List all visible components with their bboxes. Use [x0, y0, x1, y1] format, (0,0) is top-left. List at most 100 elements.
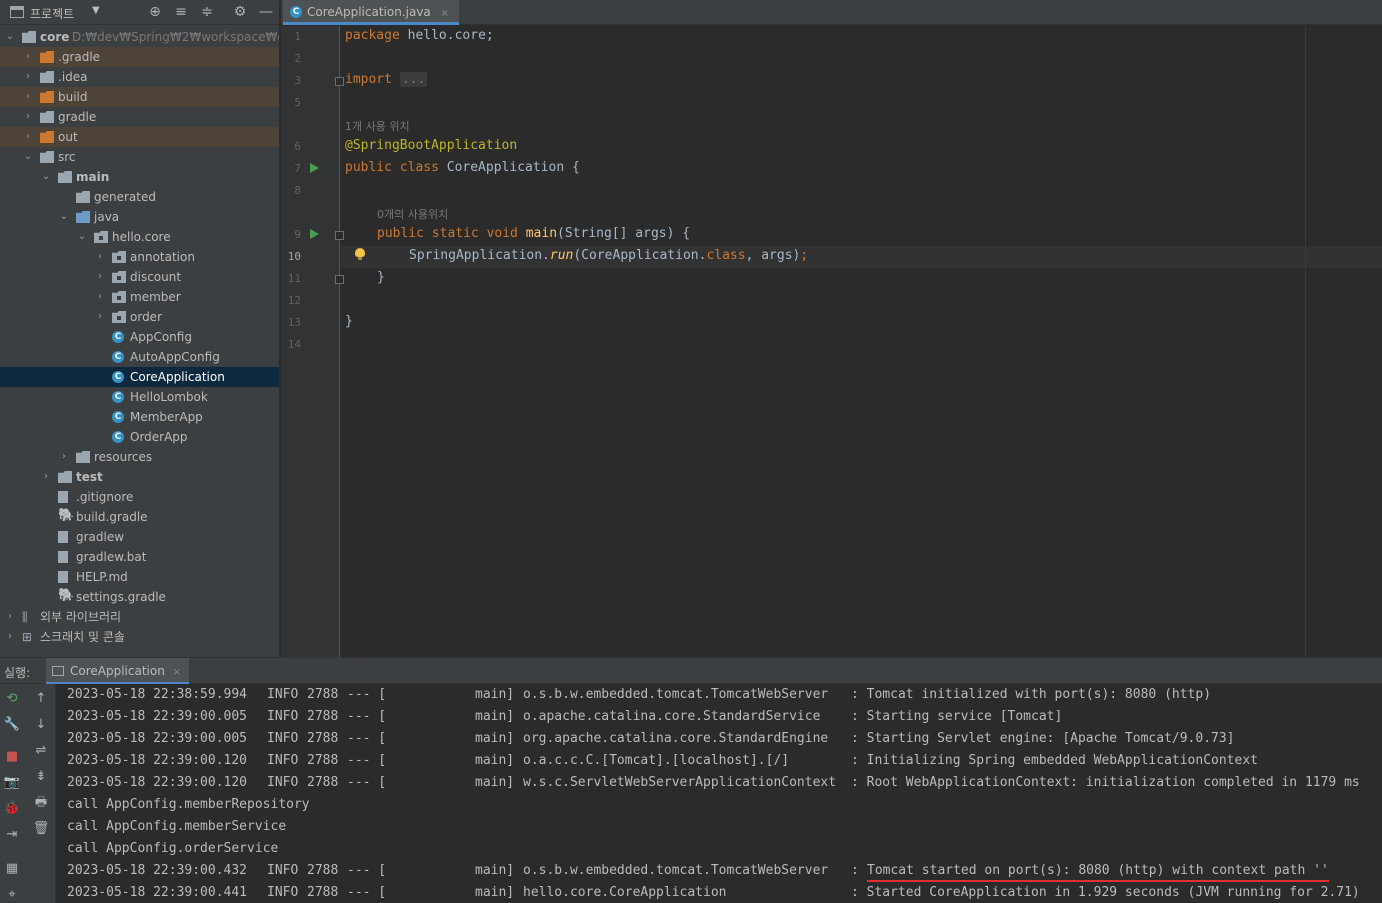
chevron-right-icon[interactable]: › [4, 607, 16, 627]
pin-icon[interactable]: ⌖ [3, 886, 21, 903]
tree-item[interactable]: ⌄ java [0, 207, 279, 227]
chevron-right-icon[interactable]: › [40, 467, 52, 487]
close-icon[interactable]: × [441, 8, 449, 19]
tree-item[interactable]: › out [0, 127, 279, 147]
chevron-right-icon[interactable]: › [22, 87, 34, 107]
tree-item[interactable]: generated [0, 187, 279, 207]
tree-item[interactable]: › ⊞ 스크래치 및 콘솔 [0, 627, 279, 647]
scroll-to-end-icon[interactable]: ⇟ [32, 768, 50, 786]
tree-item[interactable]: C AutoAppConfig [0, 347, 279, 367]
tree-item[interactable]: › .idea [0, 67, 279, 87]
tree-item[interactable]: › order [0, 307, 279, 327]
log-logger: w.s.c.ServletWebServerApplicationContext [523, 775, 837, 790]
log-sep: --- [ [347, 885, 387, 900]
close-icon[interactable]: × [173, 667, 181, 678]
tree-item[interactable]: › ⫼ 외부 라이브러리 [0, 607, 279, 627]
tree-item[interactable]: C AppConfig [0, 327, 279, 347]
lightbulb-icon[interactable] [355, 248, 365, 260]
usage-hint[interactable]: 0개의 사용위치 [377, 206, 448, 222]
tree-item[interactable]: C CoreApplication [0, 367, 279, 387]
tree-item[interactable]: .gitignore [0, 487, 279, 507]
tree-item[interactable]: ⌄ hello.core [0, 227, 279, 247]
editor-tab-coreapplication[interactable]: C CoreApplication.java × [283, 0, 459, 25]
fold-end-icon[interactable] [335, 275, 344, 284]
chevron-right-icon[interactable]: › [22, 127, 34, 147]
tree-item[interactable]: C MemberApp [0, 407, 279, 427]
log-sep: --- [ [347, 687, 387, 702]
soft-wrap-icon[interactable]: ⇌ [32, 742, 50, 760]
package-icon [112, 291, 126, 303]
tree-item[interactable]: › gradle [0, 107, 279, 127]
chevron-right-icon[interactable]: › [22, 67, 34, 87]
tree-item[interactable]: gradlew.bat [0, 547, 279, 567]
project-panel-header: 프로젝트 ▼ ⊕ ≡ ≑ ⚙ — [0, 0, 279, 25]
log-logger: o.apache.catalina.core.StandardService [523, 709, 821, 724]
stop-icon[interactable]: ■ [3, 748, 21, 766]
arrow-up-icon[interactable]: ↑ [32, 690, 50, 708]
chevron-down-icon[interactable]: ▼ [92, 5, 100, 16]
log-pid: 2788 [307, 863, 339, 878]
tree-item[interactable]: ⌄ src [0, 147, 279, 167]
chevron-right-icon[interactable]: › [22, 107, 34, 127]
log-logger: o.s.b.w.embedded.tomcat.TomcatWebServer [523, 863, 829, 878]
locate-file-icon[interactable]: ⊕ [146, 3, 164, 21]
java-class-icon: C [112, 391, 124, 403]
tree-item[interactable]: ⌄ coreD:₩dev₩Spring₩2₩workspace₩core [0, 27, 279, 47]
tree-item[interactable]: › resources [0, 447, 279, 467]
camera-icon[interactable]: 📷 [3, 774, 21, 792]
fold-import-icon[interactable] [335, 77, 344, 86]
chevron-right-icon[interactable]: › [94, 247, 106, 267]
chevron-down-icon[interactable]: ⌄ [22, 147, 34, 167]
tree-item[interactable]: 🐘 settings.gradle [0, 587, 279, 607]
tree-item[interactable]: ⌄ main [0, 167, 279, 187]
line-number: 7 [294, 162, 301, 175]
tree-item[interactable]: › discount [0, 267, 279, 287]
console-output[interactable]: 2023-05-18 22:38:59.994 INFO 2788 --- [main… [56, 684, 1382, 903]
tree-item[interactable]: › member [0, 287, 279, 307]
tree-item[interactable]: › annotation [0, 247, 279, 267]
chevron-down-icon[interactable]: ⌄ [76, 227, 88, 247]
library-icon: ⫼ [22, 610, 28, 624]
tree-item[interactable]: 🐘 build.gradle [0, 507, 279, 527]
layout-icon[interactable]: ▦ [3, 860, 21, 878]
chevron-right-icon[interactable]: › [94, 287, 106, 307]
tree-item[interactable]: › test [0, 467, 279, 487]
folded-imports[interactable]: ... [399, 72, 428, 87]
tree-item[interactable]: C OrderApp [0, 427, 279, 447]
code-line-9: public static void main(String[] args) { [377, 226, 691, 241]
hide-panel-icon[interactable]: — [257, 3, 275, 21]
chevron-right-icon[interactable]: › [4, 627, 16, 647]
chevron-right-icon[interactable]: › [94, 267, 106, 287]
tree-item-label: 외부 라이브러리 [40, 610, 122, 624]
collapse-all-icon[interactable]: ≑ [198, 3, 216, 21]
chevron-right-icon[interactable]: › [58, 447, 70, 467]
tree-item[interactable]: C HelloLombok [0, 387, 279, 407]
trash-icon[interactable]: 🗑 [32, 820, 50, 838]
usage-hint[interactable]: 1개 사용 위치 [345, 118, 410, 134]
run-tab-coreapplication[interactable]: CoreApplication × [46, 658, 190, 685]
chevron-down-icon[interactable]: ⌄ [58, 207, 70, 227]
run-class-icon[interactable] [310, 163, 319, 173]
chevron-right-icon[interactable]: › [94, 307, 106, 327]
code-editor[interactable]: 1 2 3 5 6 7 8 9 10 11 12 13 14 package h… [281, 26, 1382, 657]
tree-item[interactable]: HELP.md [0, 567, 279, 587]
tree-item[interactable]: gradlew [0, 527, 279, 547]
folder-icon [40, 151, 54, 163]
project-title[interactable]: 프로젝트 [30, 5, 74, 22]
run-main-icon[interactable] [310, 229, 319, 239]
wrench-icon[interactable]: 🔧 [3, 716, 21, 734]
expand-all-icon[interactable]: ≡ [172, 3, 190, 21]
gear-icon[interactable]: ⚙ [231, 3, 249, 21]
print-icon[interactable]: 🖶 [32, 794, 50, 812]
chevron-down-icon[interactable]: ⌄ [4, 27, 16, 47]
debug-icon[interactable]: 🐞 [3, 800, 21, 818]
log-level: INFO [267, 731, 299, 746]
exit-icon[interactable]: ⇥ [3, 826, 21, 844]
fold-method-icon[interactable] [335, 231, 344, 240]
arrow-down-icon[interactable]: ↓ [32, 716, 50, 734]
rerun-icon[interactable]: ⟲ [3, 690, 21, 708]
tree-item[interactable]: › .gradle [0, 47, 279, 67]
chevron-down-icon[interactable]: ⌄ [40, 167, 52, 187]
chevron-right-icon[interactable]: › [22, 47, 34, 67]
tree-item[interactable]: › build [0, 87, 279, 107]
